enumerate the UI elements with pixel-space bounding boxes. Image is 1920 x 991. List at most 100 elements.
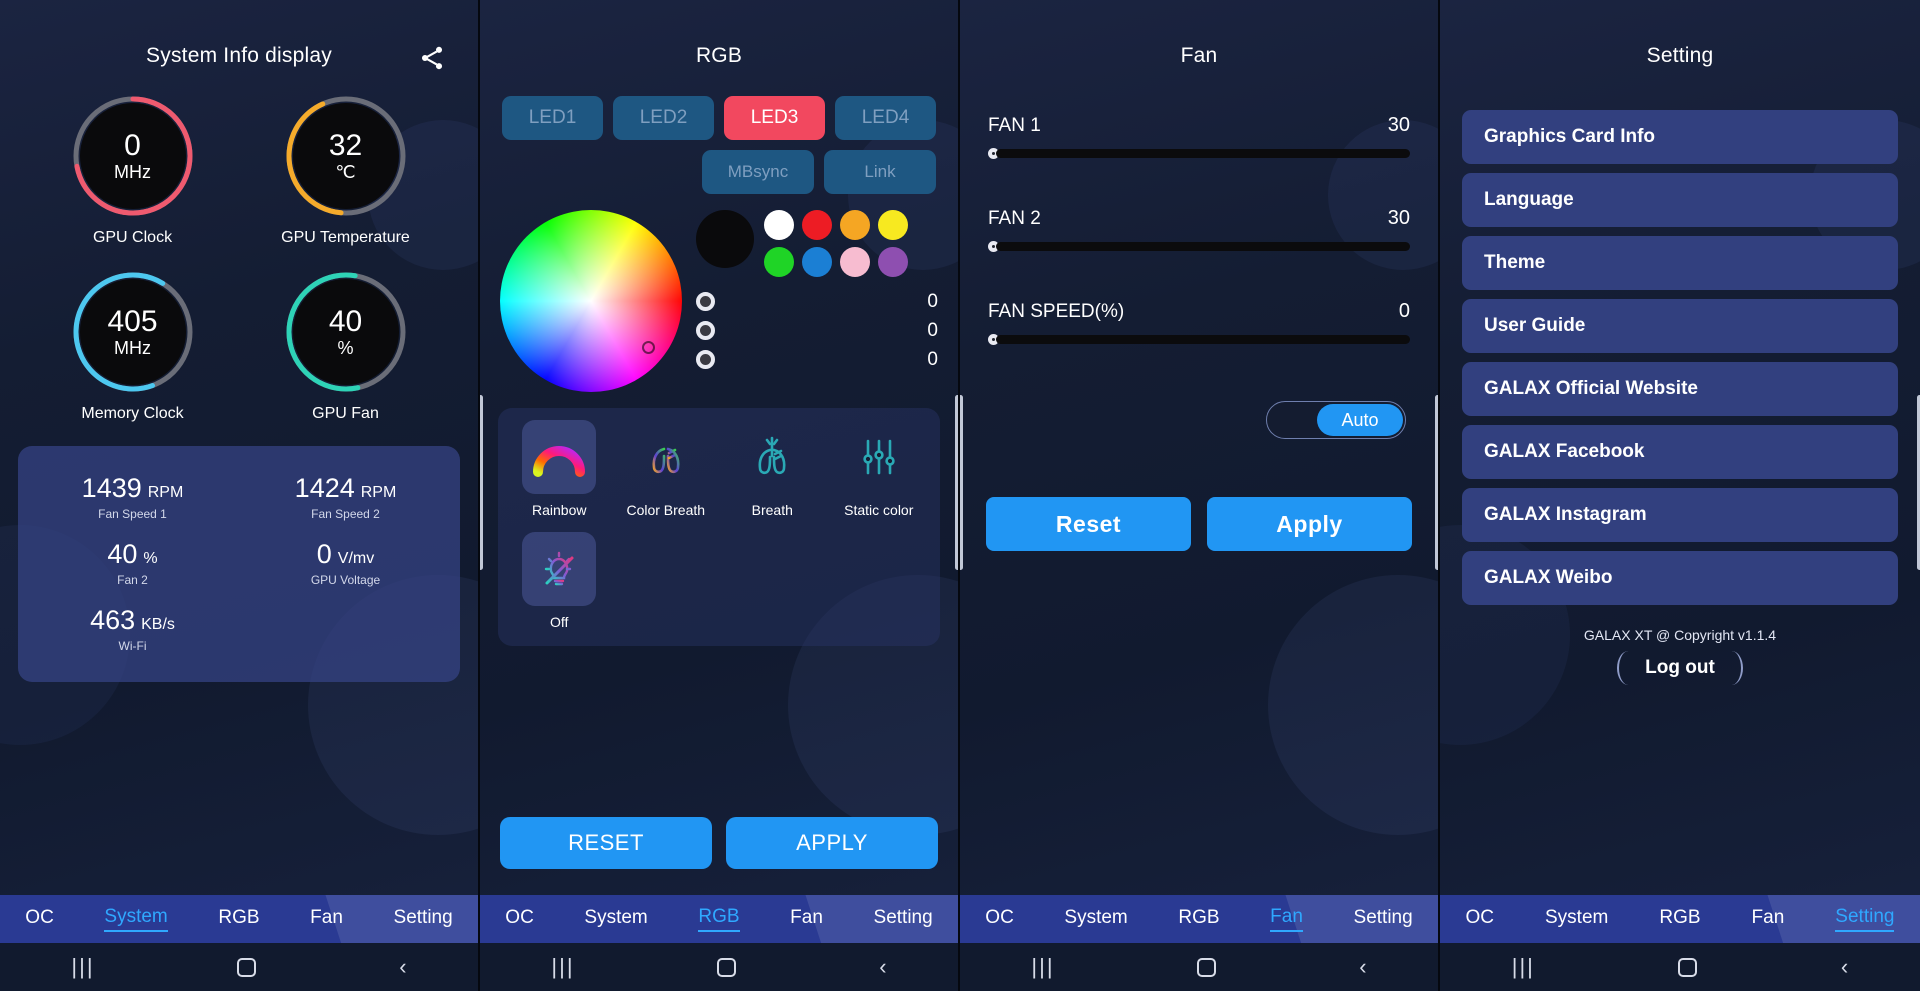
- tab-fan[interactable]: Fan: [1270, 906, 1303, 932]
- four-panel-screenshot: System Info display 0 MHz GPU Clock 32 ℃…: [0, 0, 1920, 991]
- share-icon[interactable]: [418, 44, 446, 72]
- tab-rgb[interactable]: RGB: [1178, 907, 1219, 931]
- color-wheel-cursor[interactable]: [641, 341, 655, 355]
- tab-rgb[interactable]: RGB: [1659, 907, 1700, 931]
- tab-oc[interactable]: OC: [505, 907, 534, 931]
- scroll-rail[interactable]: [480, 395, 483, 570]
- tab-oc[interactable]: OC: [25, 907, 54, 931]
- led2-button[interactable]: LED2: [613, 96, 714, 140]
- tab-oc[interactable]: OC: [1466, 907, 1495, 931]
- sidebar-item-theme[interactable]: Theme: [1462, 236, 1898, 290]
- tab-setting[interactable]: Setting: [1354, 907, 1413, 931]
- mbsync-button[interactable]: MBsync: [702, 150, 814, 194]
- gauge-ring: 0 MHz: [71, 94, 195, 218]
- back-icon[interactable]: ‹: [879, 956, 886, 978]
- sidebar-item-user-guide[interactable]: User Guide: [1462, 299, 1898, 353]
- recents-icon[interactable]: |||: [1512, 956, 1535, 978]
- tab-system[interactable]: System: [104, 906, 168, 932]
- logout-button[interactable]: Log out: [1617, 651, 1743, 685]
- color-preview-swatch[interactable]: [696, 210, 754, 268]
- swatch-white[interactable]: [764, 210, 794, 240]
- red-slider-knob[interactable]: [696, 292, 715, 311]
- tab-fan[interactable]: Fan: [310, 907, 343, 931]
- swatch-red[interactable]: [802, 210, 832, 240]
- fan1-slider[interactable]: [988, 148, 1410, 159]
- tab-setting[interactable]: Setting: [1835, 906, 1895, 932]
- fan2-slider-track[interactable]: [996, 242, 1410, 251]
- swatch-pink[interactable]: [840, 247, 870, 277]
- tab-fan[interactable]: Fan: [790, 907, 823, 931]
- tab-rgb[interactable]: RGB: [698, 906, 740, 932]
- auto-toggle-thumb[interactable]: Auto: [1317, 404, 1403, 436]
- back-icon[interactable]: ‹: [1841, 956, 1848, 978]
- effect-rainbow[interactable]: Rainbow: [506, 420, 613, 518]
- led3-button[interactable]: LED3: [724, 96, 825, 140]
- fan1-slider-track[interactable]: [996, 149, 1410, 158]
- tab-fan[interactable]: Fan: [1752, 907, 1785, 931]
- home-square-icon[interactable]: [1197, 957, 1217, 977]
- sidebar-item-weibo[interactable]: GALAX Weibo: [1462, 551, 1898, 605]
- recents-icon[interactable]: |||: [71, 956, 94, 978]
- home-square-icon[interactable]: [1678, 957, 1698, 977]
- led1-button[interactable]: LED1: [502, 96, 603, 140]
- tab-setting[interactable]: Setting: [394, 907, 453, 931]
- link-button[interactable]: Link: [824, 150, 936, 194]
- swatch-green[interactable]: [764, 247, 794, 277]
- effect-breath[interactable]: Breath: [719, 420, 826, 518]
- swatch-purple[interactable]: [878, 247, 908, 277]
- sidebar-item-official-website[interactable]: GALAX Official Website: [1462, 362, 1898, 416]
- red-slider-track[interactable]: [715, 301, 912, 303]
- effect-tile[interactable]: [522, 420, 597, 494]
- effect-color-breath[interactable]: Color Breath: [613, 420, 720, 518]
- effect-static-color[interactable]: Static color: [826, 420, 933, 518]
- red-channel-slider[interactable]: 0: [696, 287, 938, 316]
- tab-system[interactable]: System: [584, 907, 647, 931]
- fan-speed-slider[interactable]: [988, 334, 1410, 345]
- swatch-yellow[interactable]: [878, 210, 908, 240]
- green-slider-track[interactable]: [715, 330, 912, 332]
- effect-tile[interactable]: [735, 420, 809, 494]
- auto-toggle[interactable]: Auto: [1266, 401, 1406, 439]
- sidebar-item-instagram[interactable]: GALAX Instagram: [1462, 488, 1898, 542]
- scroll-rail[interactable]: [960, 395, 963, 570]
- effect-off[interactable]: Off: [506, 532, 613, 630]
- swatch-blue[interactable]: [802, 247, 832, 277]
- fan2-slider[interactable]: [988, 241, 1410, 252]
- scroll-rail[interactable]: [955, 395, 958, 570]
- sidebar-item-language[interactable]: Language: [1462, 173, 1898, 227]
- blue-slider-track[interactable]: [715, 359, 912, 361]
- gauge-unit: MHz: [114, 161, 151, 182]
- tab-rgb[interactable]: RGB: [218, 907, 259, 931]
- green-channel-slider[interactable]: 0: [696, 316, 938, 345]
- led4-button[interactable]: LED4: [835, 96, 936, 140]
- reset-button[interactable]: Reset: [986, 497, 1191, 551]
- blue-channel-slider[interactable]: 0: [696, 345, 938, 374]
- sidebar-item-graphics-card-info[interactable]: Graphics Card Info: [1462, 110, 1898, 164]
- back-icon[interactable]: ‹: [1359, 956, 1366, 978]
- back-icon[interactable]: ‹: [399, 956, 406, 978]
- effect-tile[interactable]: [842, 420, 916, 494]
- blue-slider-knob[interactable]: [696, 350, 715, 369]
- home-square-icon[interactable]: [237, 957, 257, 977]
- fan-speed-slider-track[interactable]: [996, 335, 1410, 344]
- reset-button[interactable]: RESET: [500, 817, 712, 869]
- tab-system[interactable]: System: [1064, 907, 1127, 931]
- apply-button[interactable]: APPLY: [726, 817, 938, 869]
- sidebar-item-facebook[interactable]: GALAX Facebook: [1462, 425, 1898, 479]
- tab-system[interactable]: System: [1545, 907, 1608, 931]
- scroll-rail[interactable]: [1435, 395, 1438, 570]
- stat-fan-2: 40% Fan 2: [26, 530, 239, 596]
- effect-tile[interactable]: [629, 420, 703, 494]
- color-wheel[interactable]: [500, 210, 682, 392]
- effect-tile[interactable]: [522, 532, 597, 606]
- green-slider-knob[interactable]: [696, 321, 715, 340]
- stat-unit: %: [143, 550, 158, 567]
- home-square-icon[interactable]: [717, 957, 737, 977]
- tab-oc[interactable]: OC: [985, 907, 1014, 931]
- recents-icon[interactable]: |||: [551, 956, 574, 978]
- tab-setting[interactable]: Setting: [874, 907, 933, 931]
- apply-button[interactable]: Apply: [1207, 497, 1412, 551]
- swatch-orange[interactable]: [840, 210, 870, 240]
- recents-icon[interactable]: |||: [1031, 956, 1054, 978]
- effect-label: Rainbow: [532, 502, 587, 518]
